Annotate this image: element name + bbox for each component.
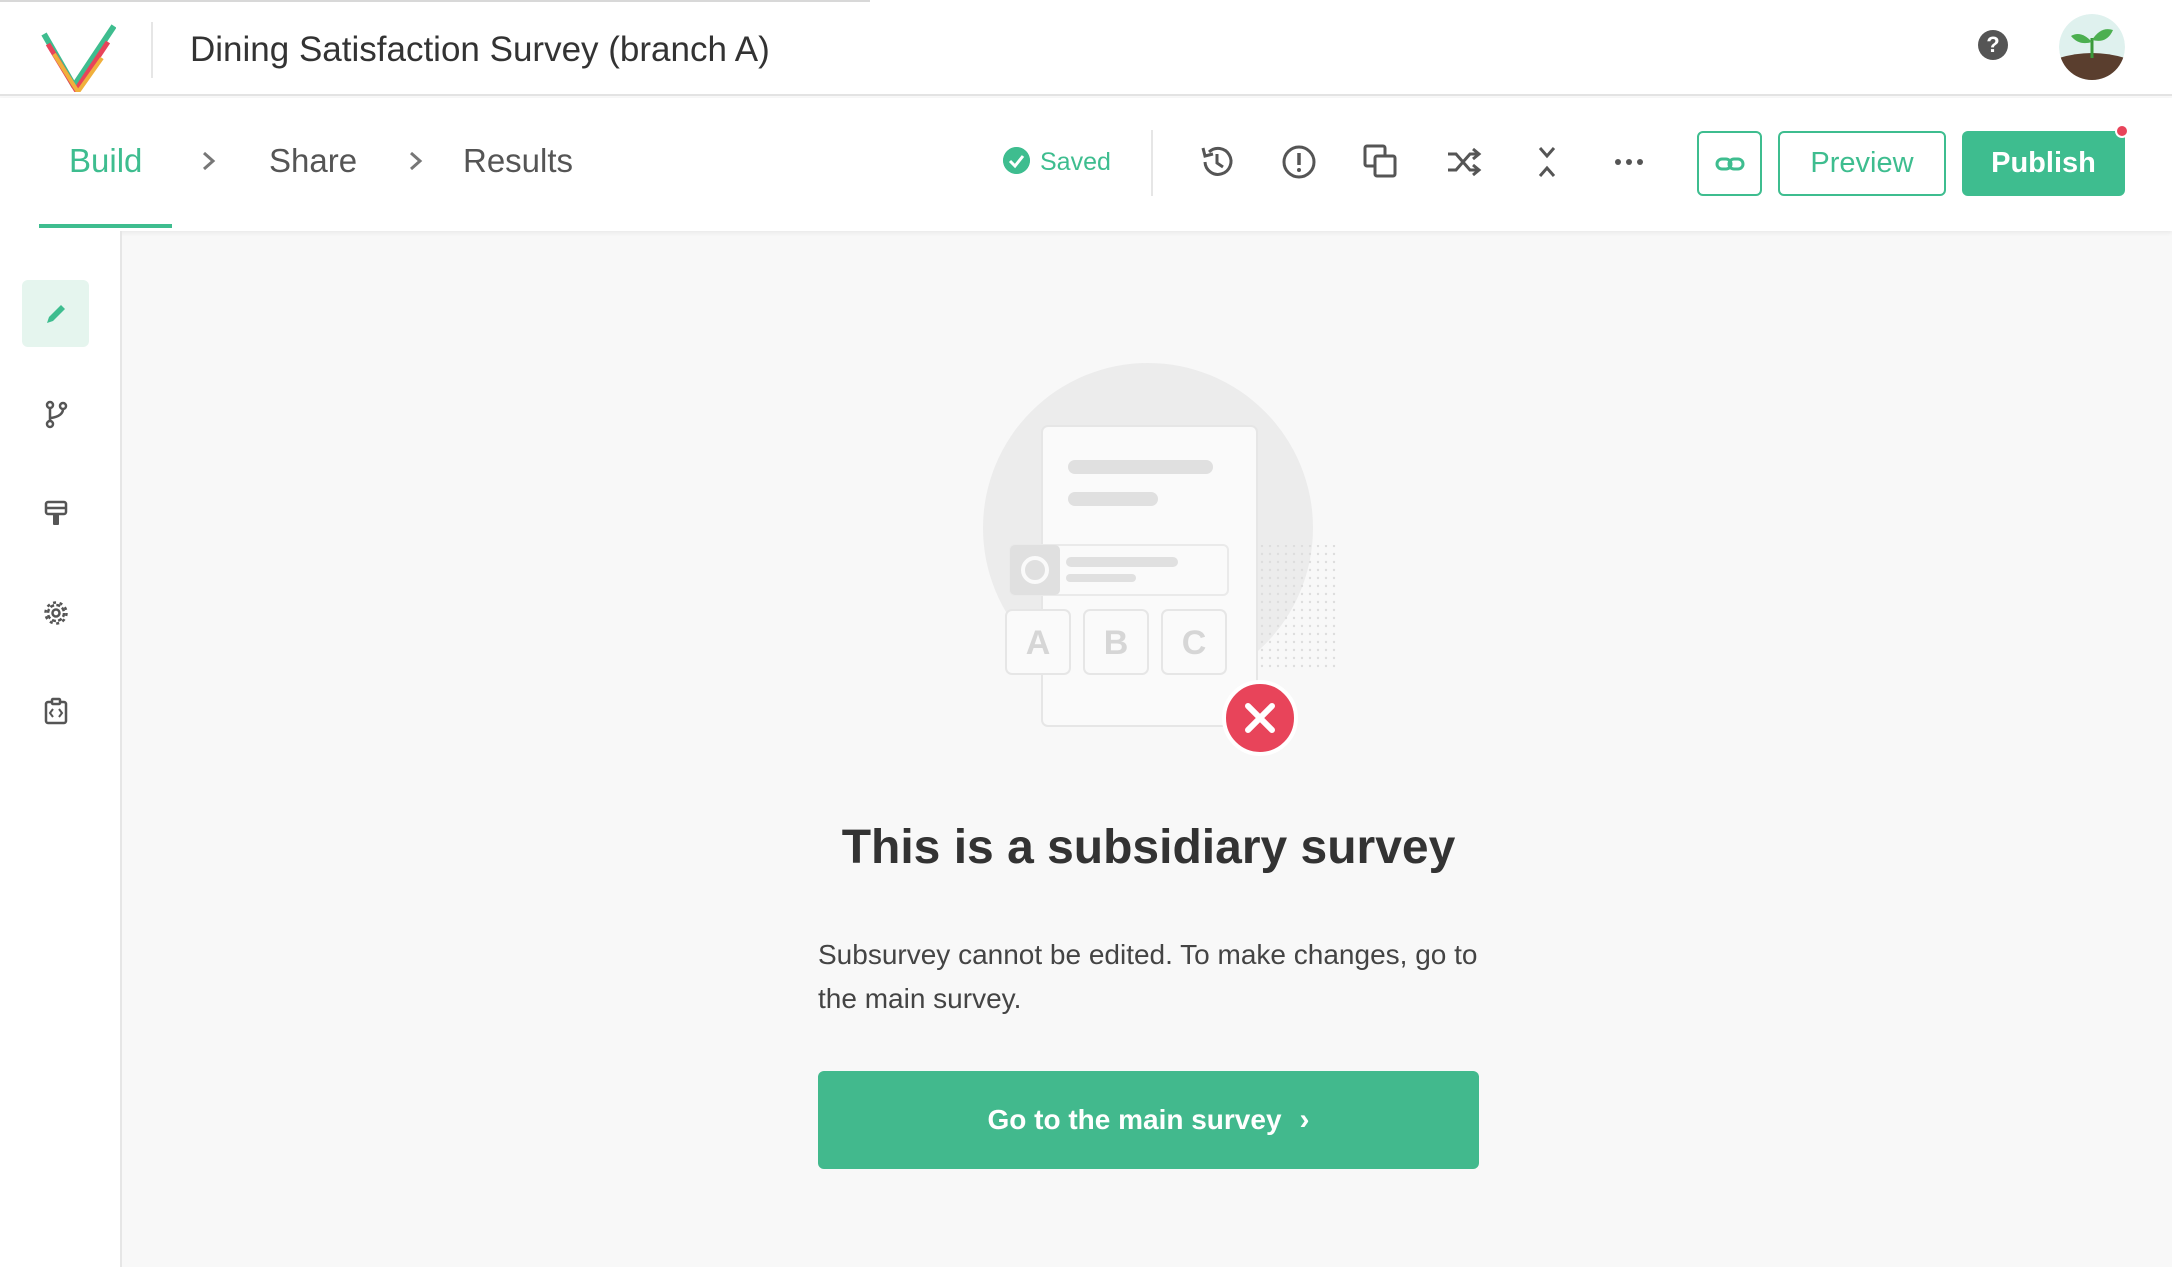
history-icon[interactable] xyxy=(1195,140,1239,184)
alert-circle-icon[interactable] xyxy=(1277,140,1321,184)
shuffle-icon[interactable] xyxy=(1442,140,1486,184)
step-build[interactable]: Build xyxy=(69,142,142,180)
sidebar-item-embed[interactable] xyxy=(22,678,89,745)
pencil-icon xyxy=(47,305,65,323)
avatar[interactable] xyxy=(2059,14,2125,80)
save-status: Saved xyxy=(1003,146,1111,177)
sidebar-item-settings[interactable] xyxy=(22,579,89,646)
choice-b-label: B xyxy=(1104,624,1129,662)
choice-c: C xyxy=(1161,609,1227,675)
subsurvey-illustration: A B C xyxy=(983,363,1337,756)
top-header: Dining Satisfaction Survey (branch A) ? xyxy=(0,0,2172,96)
publish-button[interactable]: Publish xyxy=(1962,131,2125,196)
branch-icon xyxy=(45,400,68,429)
go-to-main-survey-label: Go to the main survey xyxy=(987,1104,1282,1135)
sidebar-item-logic[interactable] xyxy=(22,380,89,447)
description-text: Subsurvey cannot be edited. To make chan… xyxy=(818,939,1478,1014)
go-to-main-survey-button[interactable]: Go to the main survey › xyxy=(818,1071,1479,1169)
loading-bar xyxy=(0,0,870,2)
save-status-label: Saved xyxy=(1040,148,1111,176)
preview-button[interactable]: Preview xyxy=(1778,131,1946,196)
step-results[interactable]: Results xyxy=(463,142,573,180)
paint-roller-icon xyxy=(44,500,68,525)
link-icon xyxy=(1715,157,1745,171)
collapse-icon[interactable] xyxy=(1525,140,1569,184)
navigation-bar: Build Share Results Saved Preview Publis… xyxy=(0,98,2172,231)
choice-a-label: A xyxy=(1026,624,1051,662)
chevron-right-icon: › xyxy=(1299,1103,1310,1136)
choice-b: B xyxy=(1083,609,1149,675)
choice-a: A xyxy=(1005,609,1071,675)
header-divider xyxy=(151,22,153,78)
survey-title: Dining Satisfaction Survey (branch A) xyxy=(190,30,770,69)
step-share[interactable]: Share xyxy=(269,142,357,180)
code-icon xyxy=(44,697,68,725)
gear-icon xyxy=(44,601,68,625)
choice-c-label: C xyxy=(1182,624,1207,662)
sidebar-item-design[interactable] xyxy=(22,479,89,546)
app-logo-icon[interactable] xyxy=(38,20,116,92)
copy-icon[interactable] xyxy=(1359,140,1403,184)
toolbar-divider xyxy=(1151,130,1153,196)
notification-dot xyxy=(2115,124,2129,138)
chevron-right-icon xyxy=(203,151,216,171)
more-icon[interactable] xyxy=(1607,140,1651,184)
error-x-icon xyxy=(1222,680,1298,756)
chevron-right-icon xyxy=(410,151,423,171)
sidebar-item-edit[interactable] xyxy=(22,280,89,347)
help-icon[interactable]: ? xyxy=(1978,30,2008,60)
active-step-indicator xyxy=(39,224,172,228)
page-title: This is a subsidiary survey xyxy=(841,821,1456,874)
check-circle-icon xyxy=(1003,146,1030,174)
sidebar xyxy=(0,231,122,1267)
copy-link-button[interactable] xyxy=(1697,131,1762,196)
